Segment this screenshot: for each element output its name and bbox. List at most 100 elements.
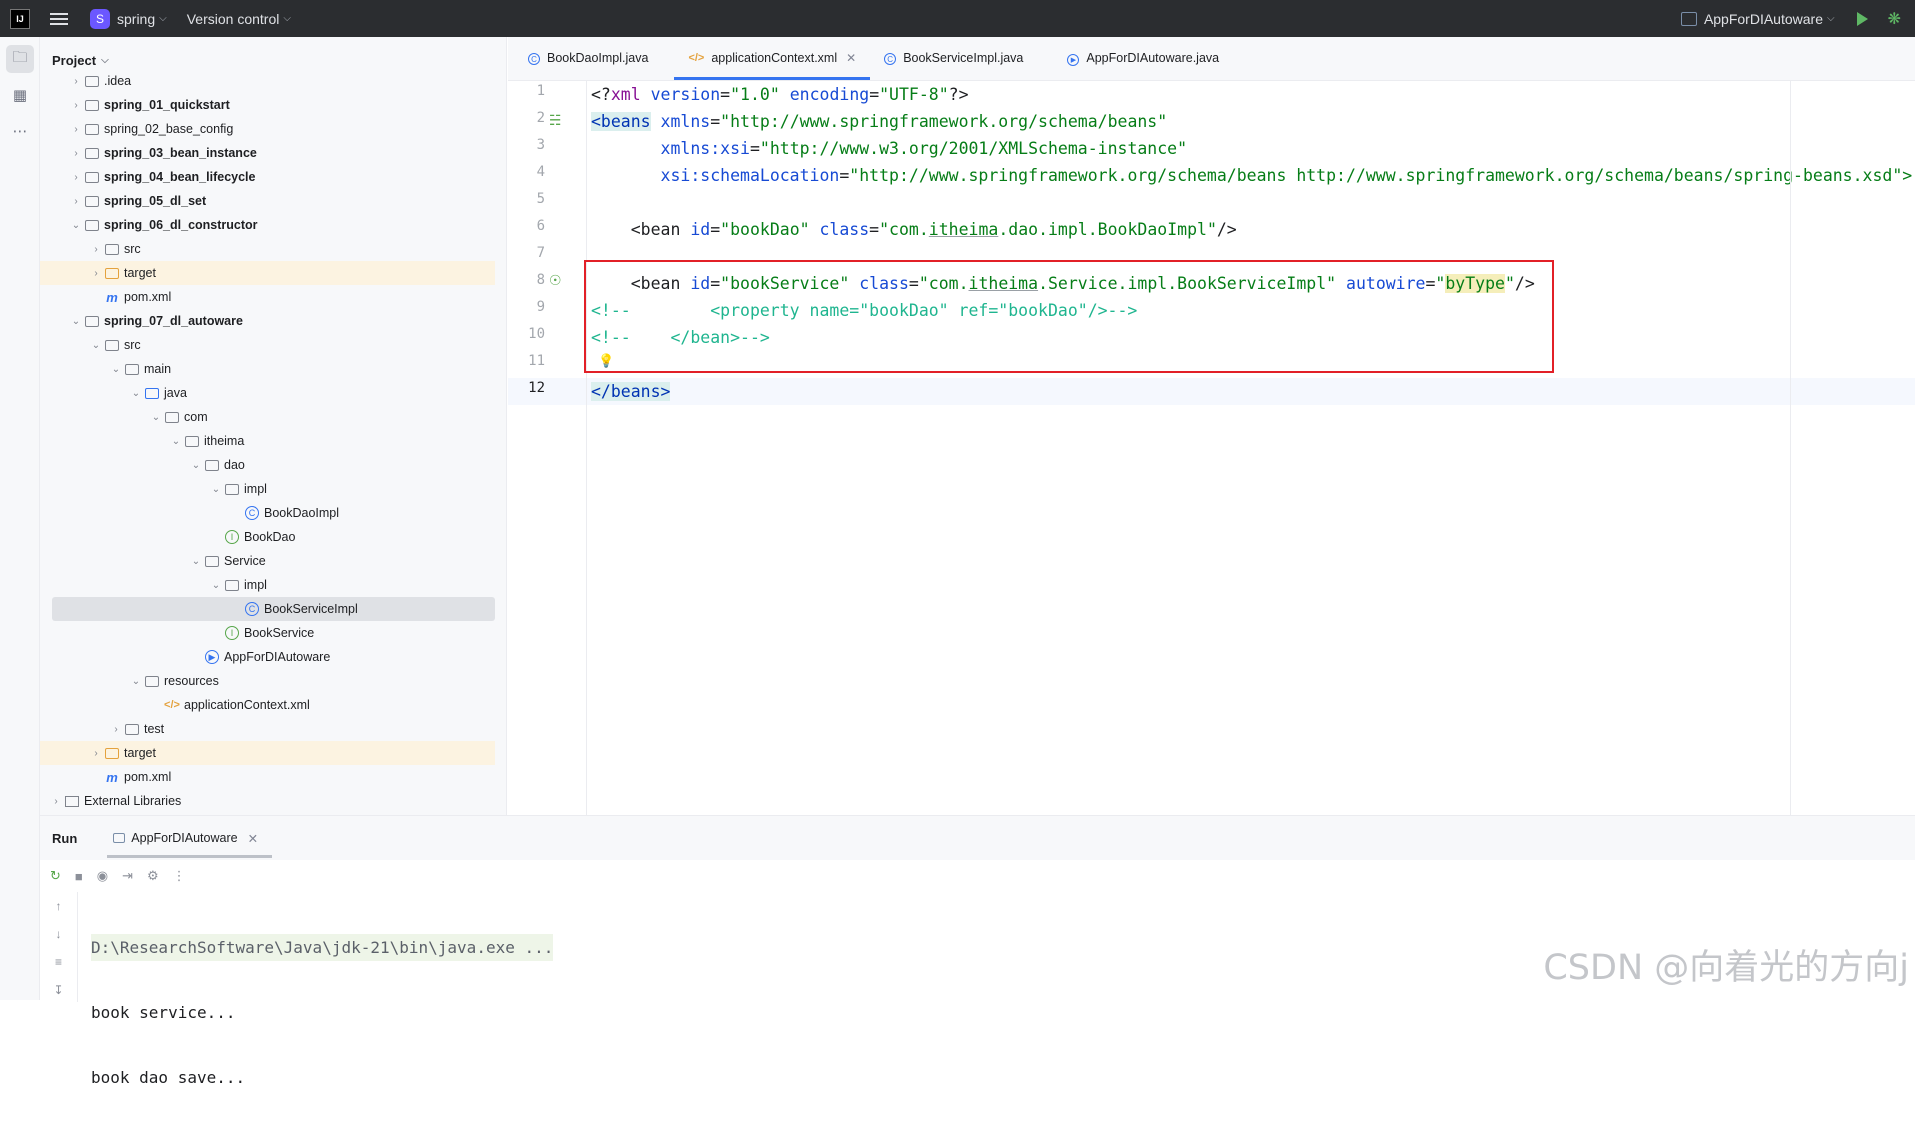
tree-item-com[interactable]: ⌄com <box>40 405 495 429</box>
package-icon <box>185 436 199 447</box>
debug-button[interactable]: ❋ <box>1888 9 1901 29</box>
run-tab[interactable]: AppForDIAutoware ✕ <box>107 816 264 860</box>
run-side-toolbar: ↑ ↓ ≡ ↧ <box>40 892 78 1002</box>
tree-item-main[interactable]: ⌄main <box>40 357 495 381</box>
tree-item-spring07[interactable]: ⌄spring_07_dl_autoware <box>40 309 495 333</box>
more-icon[interactable]: ⋮ <box>173 868 186 884</box>
tree-item-dao[interactable]: ⌄dao <box>40 453 495 477</box>
run-config-dropdown[interactable]: AppForDIAutoware <box>1704 11 1823 27</box>
stop-icon[interactable]: ■ <box>75 869 83 884</box>
line-number: 6 <box>508 218 545 234</box>
tree-item-itheima[interactable]: ⌄itheima <box>40 429 495 453</box>
tree-item-src[interactable]: ›src <box>40 237 495 261</box>
tab-bookserviceimpl[interactable]: CBookServiceImpl.java <box>870 36 1037 80</box>
line-number: 2 <box>508 110 545 126</box>
settings-icon[interactable]: ⚙ <box>147 868 159 884</box>
xml-icon: </> <box>164 699 180 711</box>
tree-item-impl[interactable]: ⌄impl <box>40 477 495 501</box>
xml-icon: </> <box>688 52 704 64</box>
package-icon <box>165 412 179 423</box>
soft-wrap-icon[interactable]: ≡ <box>40 948 77 976</box>
folder-icon <box>105 268 119 279</box>
tree-item-spring05[interactable]: ›spring_05_dl_set <box>40 189 495 213</box>
tree-item-spring06[interactable]: ⌄spring_06_dl_constructor <box>40 213 495 237</box>
version-control-dropdown[interactable]: Version control <box>187 11 280 27</box>
project-panel-title[interactable]: Project <box>52 53 96 68</box>
tree-item-target[interactable]: ›target <box>40 261 495 285</box>
tree-item-spring01[interactable]: ›spring_01_quickstart <box>40 93 495 117</box>
editor-gutter: 1 2 3 4 5 6 7 8 9 10 11 12 ☵ ☉ <box>508 81 587 815</box>
right-margin-guide <box>1790 81 1791 815</box>
line-number: 8 <box>508 272 545 288</box>
class-icon: C <box>884 53 896 65</box>
close-icon[interactable]: ✕ <box>846 51 856 65</box>
tree-item-pom[interactable]: mpom.xml <box>40 765 495 789</box>
tab-appfordiautoware[interactable]: ▶AppForDIAutoware.java <box>1053 36 1233 80</box>
chevron-down-icon: ⌵ <box>283 13 291 24</box>
up-arrow-icon[interactable]: ↑ <box>40 892 77 920</box>
run-toolbar: ↻ ■ ◉ ⇥ ⚙ ⋮ <box>40 860 1915 892</box>
tree-item-appfordiautoware[interactable]: ▶AppForDIAutoware <box>40 645 495 669</box>
rerun-icon[interactable]: ↻ <box>50 868 61 884</box>
tree-item-src[interactable]: ⌄src <box>40 333 495 357</box>
structure-icon[interactable]: ▦ <box>6 81 34 109</box>
editor-tabs: CBookDaoImpl.java </>applicationContext.… <box>508 37 1915 81</box>
line-number: 11 <box>508 353 545 369</box>
interface-icon: I <box>225 530 239 544</box>
chevron-down-icon: ⌵ <box>159 13 167 24</box>
line-number: 4 <box>508 164 545 180</box>
tree-item-bookservice[interactable]: IBookService <box>40 621 495 645</box>
tree-item-bookserviceimpl[interactable]: CBookServiceImpl <box>52 597 495 621</box>
folder-icon <box>85 196 99 207</box>
down-arrow-icon[interactable]: ↓ <box>40 920 77 948</box>
tree-item-pom[interactable]: mpom.xml <box>40 285 495 309</box>
folder-icon <box>105 244 119 255</box>
camera-icon[interactable]: ◉ <box>97 868 108 884</box>
package-icon <box>225 484 239 495</box>
tree-item-bookdao[interactable]: IBookDao <box>40 525 495 549</box>
code-line-12: </beans> <box>591 378 670 405</box>
current-line-highlight <box>508 378 1915 405</box>
exit-icon[interactable]: ⇥ <box>122 868 133 884</box>
code-line-1: <?xml version="1.0" encoding="UTF-8"?> <box>591 81 969 108</box>
tree-item-service[interactable]: ⌄Service <box>40 549 495 573</box>
tree-item-resources[interactable]: ⌄resources <box>40 669 495 693</box>
tool-window-strip: 🗀 ▦ ⋯ <box>0 37 40 1000</box>
code-line-8: <bean id="bookService" class="com.itheim… <box>591 270 1535 297</box>
tree-item-spring02[interactable]: ›spring_02_base_config <box>40 117 495 141</box>
app-class-icon: ▶ <box>205 650 219 664</box>
main-menu-icon[interactable] <box>50 13 68 25</box>
tree-item-applicationcontext[interactable]: </>applicationContext.xml <box>40 693 495 717</box>
console-line: book service... <box>91 999 553 1026</box>
folder-icon <box>85 172 99 183</box>
tree-item-bookdaoimpl[interactable]: CBookDaoImpl <box>40 501 495 525</box>
console-output[interactable]: D:\ResearchSoftware\Java\jdk-21\bin\java… <box>91 896 553 1129</box>
project-folder-icon[interactable]: 🗀 <box>6 45 34 73</box>
class-icon: C <box>245 506 259 520</box>
lightbulb-icon[interactable]: 💡 <box>598 353 614 369</box>
close-icon[interactable]: ✕ <box>248 831 258 846</box>
tree-item-test[interactable]: ›test <box>40 717 495 741</box>
intellij-logo-icon: IJ <box>10 9 30 29</box>
class-icon: C <box>245 602 259 616</box>
maven-icon: m <box>106 770 118 785</box>
project-name-dropdown[interactable]: spring <box>117 11 155 27</box>
tree-item-java[interactable]: ⌄java <box>40 381 495 405</box>
code-editor[interactable]: 1 2 3 4 5 6 7 8 9 10 11 12 ☵ ☉ <?xml ver… <box>508 81 1915 815</box>
package-icon <box>205 556 219 567</box>
tree-item-spring03[interactable]: ›spring_03_bean_instance <box>40 141 495 165</box>
chevron-down-icon: ⌵ <box>1827 13 1835 24</box>
code-content: <?xml version="1.0" encoding="UTF-8"?> <… <box>591 81 1915 290</box>
tab-bookdaoimpl[interactable]: CBookDaoImpl.java <box>514 36 662 80</box>
tree-item-external-libraries[interactable]: ›External Libraries <box>40 789 495 813</box>
tree-item-spring04[interactable]: ›spring_04_bean_lifecycle <box>40 165 495 189</box>
more-tools-icon[interactable]: ⋯ <box>6 117 34 145</box>
folder-icon <box>85 124 99 135</box>
bean-autowire-icon[interactable]: ☉ <box>549 272 562 289</box>
tree-item-target[interactable]: ›target <box>40 741 495 765</box>
bean-config-icon[interactable]: ☵ <box>549 112 562 129</box>
run-button[interactable] <box>1857 12 1868 26</box>
tree-item-impl[interactable]: ⌄impl <box>40 573 495 597</box>
tree-item-idea[interactable]: ›.idea <box>40 69 495 93</box>
tab-applicationcontext[interactable]: </>applicationContext.xml✕ <box>674 36 870 80</box>
